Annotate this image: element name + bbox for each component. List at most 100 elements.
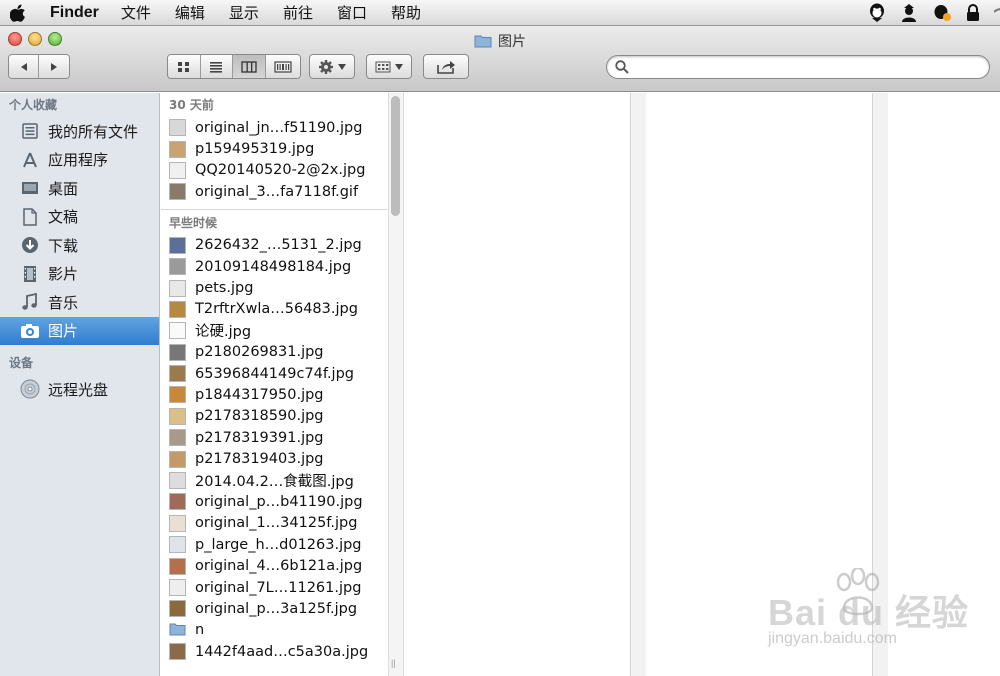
search-icon <box>615 60 629 74</box>
file-name: original_1…34125f.jpg <box>195 515 358 532</box>
file-row[interactable]: p2178319403.jpg <box>161 448 387 469</box>
menu-window[interactable]: 窗口 <box>337 2 367 23</box>
sidebar-item-remote-disc[interactable]: 远程光盘 <box>0 375 159 404</box>
column-view-icon <box>241 60 257 73</box>
image-thumbnail-icon <box>169 343 186 361</box>
file-row[interactable]: original_jn…f51190.jpg <box>161 117 387 138</box>
sidebar-item-desktop[interactable]: 桌面 <box>0 174 159 203</box>
share-button[interactable] <box>423 54 469 79</box>
menu-go[interactable]: 前往 <box>283 2 313 23</box>
file-row[interactable]: p2178318590.jpg <box>161 406 387 427</box>
file-row[interactable]: p1844317950.jpg <box>161 384 387 405</box>
file-row[interactable]: original_p…b41190.jpg <box>161 491 387 512</box>
file-name: p_large_h…d01263.jpg <box>195 536 362 553</box>
column-view-button[interactable] <box>233 55 266 78</box>
sidebar-item-label: 桌面 <box>48 179 79 198</box>
qq-notification-icon[interactable] <box>932 3 952 23</box>
sidebar-item-downloads[interactable]: 下载 <box>0 231 159 260</box>
file-row[interactable]: T2rftrXwla…56483.jpg <box>161 299 387 320</box>
action-menu-button[interactable] <box>309 54 355 79</box>
file-row[interactable]: QQ20140520-2@2x.jpg <box>161 160 387 181</box>
file-column: 30 天前 original_jn…f51190.jpg p159495319.j… <box>161 93 387 676</box>
file-row[interactable]: original_3…fa7118f.gif <box>161 181 387 202</box>
coverflow-view-button[interactable] <box>265 55 300 78</box>
sidebar-item-movies[interactable]: 影片 <box>0 260 159 289</box>
folder-icon <box>474 34 492 48</box>
arrange-menu-button[interactable] <box>366 54 412 79</box>
file-row[interactable]: p2178319391.jpg <box>161 427 387 448</box>
file-name: n <box>195 622 205 639</box>
chevron-down-icon <box>395 63 403 70</box>
search-input[interactable] <box>635 57 989 77</box>
file-name: p2178319403.jpg <box>195 451 324 468</box>
file-name: 1442f4aad…c5a30a.jpg <box>195 643 369 660</box>
window-title-text: 图片 <box>498 34 526 50</box>
file-name: p2180269831.jpg <box>195 344 324 361</box>
forward-button[interactable] <box>39 55 69 78</box>
apple-menu-icon[interactable] <box>0 4 36 22</box>
menu-edit[interactable]: 编辑 <box>175 2 205 23</box>
search-field[interactable] <box>606 55 990 79</box>
file-name: QQ20140520-2@2x.jpg <box>195 162 366 179</box>
qq-penguin-icon[interactable] <box>868 3 886 23</box>
file-row[interactable]: 1442f4aad…c5a30a.jpg <box>161 641 387 662</box>
back-button[interactable] <box>9 55 40 78</box>
remote-disc-icon <box>20 379 40 399</box>
image-thumbnail-icon <box>169 365 186 383</box>
file-row[interactable]: original_7L…11261.jpg <box>161 577 387 598</box>
user-silhouette-icon[interactable] <box>900 3 918 23</box>
file-row[interactable]: 20109148498184.jpg <box>161 256 387 277</box>
file-row[interactable]: 2014.04.2…食截图.jpg <box>161 470 387 491</box>
file-row[interactable]: pets.jpg <box>161 277 387 298</box>
image-thumbnail-icon <box>169 258 186 276</box>
file-row[interactable]: original_1…34125f.jpg <box>161 513 387 534</box>
image-thumbnail-icon <box>169 600 186 618</box>
scrollbar-thumb[interactable] <box>391 96 400 216</box>
window-title: 图片 <box>0 31 1000 51</box>
sidebar-item-pictures[interactable]: 图片 <box>0 316 159 345</box>
icon-view-button[interactable] <box>168 55 201 78</box>
sidebar-item-label: 图片 <box>48 322 79 341</box>
menu-bar: Finder 文件 编辑 显示 前往 窗口 帮助 <box>0 0 1000 26</box>
file-row[interactable]: p_large_h…d01263.jpg <box>161 534 387 555</box>
file-row[interactable]: original_p…3a125f.jpg <box>161 598 387 619</box>
all-files-icon <box>20 121 40 141</box>
file-row[interactable]: 65396844149c74f.jpg <box>161 363 387 384</box>
file-name: original_p…3a125f.jpg <box>195 600 358 617</box>
list-view-button[interactable] <box>200 55 234 78</box>
menu-file[interactable]: 文件 <box>121 2 151 23</box>
back-forward-control <box>8 54 70 79</box>
menu-app-name[interactable]: Finder <box>50 4 99 22</box>
sidebar-item-applications[interactable]: 应用程序 <box>0 146 159 175</box>
sidebar-item-label: 我的所有文件 <box>48 122 139 141</box>
folder-icon <box>169 622 186 639</box>
column-resize-handle[interactable]: || <box>391 658 396 668</box>
file-row[interactable]: p159495319.jpg <box>161 138 387 159</box>
sidebar-item-documents[interactable]: 文稿 <box>0 203 159 232</box>
menu-help[interactable]: 帮助 <box>391 2 421 23</box>
sidebar-item-all-files[interactable]: 我的所有文件 <box>0 117 159 146</box>
lock-icon[interactable] <box>966 4 980 22</box>
watermark-brand: Bai du 经验 <box>768 592 970 633</box>
file-name: p2178319391.jpg <box>195 429 324 446</box>
column-2-scrollbar[interactable] <box>630 93 646 676</box>
image-thumbnail-icon <box>169 119 186 137</box>
sidebar-item-music[interactable]: 音乐 <box>0 288 159 317</box>
file-name: 65396844149c74f.jpg <box>195 365 354 382</box>
image-thumbnail-icon <box>169 161 186 179</box>
file-row[interactable]: n <box>161 620 387 641</box>
file-row[interactable]: p2180269831.jpg <box>161 342 387 363</box>
music-icon <box>20 292 40 312</box>
file-row[interactable]: 2626432_…5131_2.jpg <box>161 235 387 256</box>
menu-view[interactable]: 显示 <box>229 2 259 23</box>
sidebar: 个人收藏 我的所有文件 应用程序 桌面 文稿 下载 影片 音乐 图片 设备 远程… <box>0 93 160 676</box>
file-name: p159495319.jpg <box>195 141 315 158</box>
wifi-icon[interactable] <box>994 4 1000 22</box>
baidu-watermark: Bai du 经验 jingyan.baidu.com <box>760 564 1000 664</box>
image-thumbnail-icon <box>169 557 186 575</box>
image-thumbnail-icon <box>169 279 186 297</box>
image-thumbnail-icon <box>169 322 186 340</box>
file-row[interactable]: 论硬.jpg <box>161 320 387 341</box>
status-bar <box>854 0 1000 26</box>
file-row[interactable]: original_4…6b121a.jpg <box>161 555 387 576</box>
